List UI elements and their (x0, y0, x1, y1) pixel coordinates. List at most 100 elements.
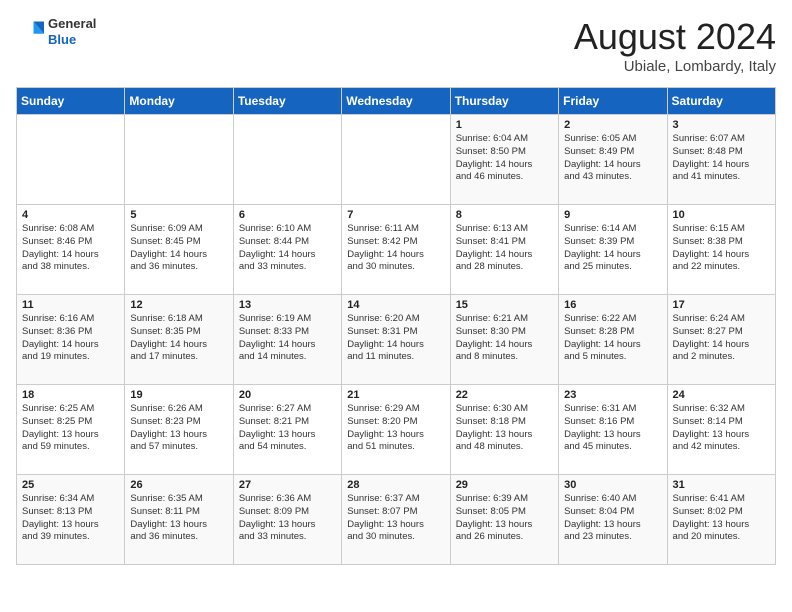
day-number: 27 (239, 479, 336, 491)
calendar-cell: 22Sunrise: 6:30 AM Sunset: 8:18 PM Dayli… (450, 385, 558, 475)
day-info: Sunrise: 6:34 AM Sunset: 8:13 PM Dayligh… (22, 493, 119, 544)
calendar-cell: 3 Sunrise: 6:07 AM Sunset: 8:48 PM Daylig… (667, 115, 775, 205)
day-info: Sunrise: 6:26 AM Sunset: 8:23 PM Dayligh… (130, 403, 227, 454)
calendar-cell: 10 Sunrise: 6:15 AM Sunset: 8:38 PM Dayli… (667, 205, 775, 295)
calendar-cell: 30 Sunrise: 6:40 AM Sunset: 8:04 PM Dayli… (559, 475, 667, 565)
day-info: Sunrise: 6:07 AM Sunset: 8:48 PM Dayligh… (673, 133, 770, 184)
day-number: 24 (673, 389, 770, 401)
day-number: 19 (130, 389, 227, 401)
day-info: Sunrise: 6:41 AM Sunset: 8:02 PM Dayligh… (673, 493, 770, 544)
calendar-cell: 11 Sunrise: 6:16 AM Sunset: 8:36 PM Dayli… (17, 295, 125, 385)
calendar-title: August 2024 (574, 16, 776, 58)
calendar-week-5: 25 Sunrise: 6:34 AM Sunset: 8:13 PM Dayli… (17, 475, 776, 565)
day-info: Sunrise: 6:04 AM Sunset: 8:50 PM Dayligh… (456, 133, 553, 184)
weekday-header-friday: Friday (559, 88, 667, 115)
calendar-week-4: 18Sunrise: 6:25 AM Sunset: 8:25 PM Dayli… (17, 385, 776, 475)
day-number: 1 (456, 119, 553, 131)
calendar-cell: 13 Sunrise: 6:19 AM Sunset: 8:33 PM Dayli… (233, 295, 341, 385)
calendar-cell: 24 Sunrise: 6:32 AM Sunset: 8:14 PM Dayli… (667, 385, 775, 475)
weekday-header-tuesday: Tuesday (233, 88, 341, 115)
calendar-cell: 6Sunrise: 6:10 AM Sunset: 8:44 PM Daylig… (233, 205, 341, 295)
day-number: 10 (673, 209, 770, 221)
day-number: 29 (456, 479, 553, 491)
day-info: Sunrise: 6:13 AM Sunset: 8:41 PM Dayligh… (456, 223, 553, 274)
logo-text: General Blue (48, 16, 96, 47)
calendar-cell: 5 Sunrise: 6:09 AM Sunset: 8:45 PM Daylig… (125, 205, 233, 295)
calendar-cell: 17 Sunrise: 6:24 AM Sunset: 8:27 PM Dayli… (667, 295, 775, 385)
calendar-cell: 4 Sunrise: 6:08 AM Sunset: 8:46 PM Daylig… (17, 205, 125, 295)
calendar-week-2: 4 Sunrise: 6:08 AM Sunset: 8:46 PM Daylig… (17, 205, 776, 295)
day-number: 5 (130, 209, 227, 221)
day-info: Sunrise: 6:22 AM Sunset: 8:28 PM Dayligh… (564, 313, 661, 364)
calendar-week-3: 11 Sunrise: 6:16 AM Sunset: 8:36 PM Dayli… (17, 295, 776, 385)
weekday-header-wednesday: Wednesday (342, 88, 450, 115)
day-info: Sunrise: 6:27 AM Sunset: 8:21 PM Dayligh… (239, 403, 336, 454)
day-number: 2 (564, 119, 661, 131)
calendar-cell: 28Sunrise: 6:37 AM Sunset: 8:07 PM Dayli… (342, 475, 450, 565)
day-info: Sunrise: 6:39 AM Sunset: 8:05 PM Dayligh… (456, 493, 553, 544)
day-info: Sunrise: 6:32 AM Sunset: 8:14 PM Dayligh… (673, 403, 770, 454)
day-info: Sunrise: 6:09 AM Sunset: 8:45 PM Dayligh… (130, 223, 227, 274)
calendar-cell: 7Sunrise: 6:11 AM Sunset: 8:42 PM Daylig… (342, 205, 450, 295)
day-number: 15 (456, 299, 553, 311)
calendar-body: 1 Sunrise: 6:04 AM Sunset: 8:50 PM Daylig… (17, 115, 776, 565)
day-number: 8 (456, 209, 553, 221)
calendar-header: SundayMondayTuesdayWednesdayThursdayFrid… (17, 88, 776, 115)
day-info: Sunrise: 6:20 AM Sunset: 8:31 PM Dayligh… (347, 313, 444, 364)
day-info: Sunrise: 6:18 AM Sunset: 8:35 PM Dayligh… (130, 313, 227, 364)
day-info: Sunrise: 6:08 AM Sunset: 8:46 PM Dayligh… (22, 223, 119, 274)
title-block: August 2024 Ubiale, Lombardy, Italy (574, 16, 776, 75)
day-number: 20 (239, 389, 336, 401)
logo-blue-text: Blue (48, 32, 96, 48)
day-info: Sunrise: 6:15 AM Sunset: 8:38 PM Dayligh… (673, 223, 770, 274)
calendar-cell: 20 Sunrise: 6:27 AM Sunset: 8:21 PM Dayli… (233, 385, 341, 475)
weekday-row: SundayMondayTuesdayWednesdayThursdayFrid… (17, 88, 776, 115)
calendar-cell: 8 Sunrise: 6:13 AM Sunset: 8:41 PM Daylig… (450, 205, 558, 295)
day-number: 26 (130, 479, 227, 491)
calendar-cell: 31Sunrise: 6:41 AM Sunset: 8:02 PM Dayli… (667, 475, 775, 565)
day-info: Sunrise: 6:25 AM Sunset: 8:25 PM Dayligh… (22, 403, 119, 454)
weekday-header-saturday: Saturday (667, 88, 775, 115)
calendar-cell: 18Sunrise: 6:25 AM Sunset: 8:25 PM Dayli… (17, 385, 125, 475)
day-number: 17 (673, 299, 770, 311)
calendar-cell: 2 Sunrise: 6:05 AM Sunset: 8:49 PM Daylig… (559, 115, 667, 205)
calendar-cell: 26 Sunrise: 6:35 AM Sunset: 8:11 PM Dayli… (125, 475, 233, 565)
day-info: Sunrise: 6:05 AM Sunset: 8:49 PM Dayligh… (564, 133, 661, 184)
day-info: Sunrise: 6:29 AM Sunset: 8:20 PM Dayligh… (347, 403, 444, 454)
logo-icon (16, 18, 44, 46)
day-number: 23 (564, 389, 661, 401)
day-number: 9 (564, 209, 661, 221)
day-number: 12 (130, 299, 227, 311)
day-number: 4 (22, 209, 119, 221)
weekday-header-monday: Monday (125, 88, 233, 115)
day-number: 6 (239, 209, 336, 221)
calendar-cell: 15Sunrise: 6:21 AM Sunset: 8:30 PM Dayli… (450, 295, 558, 385)
calendar-cell: 14Sunrise: 6:20 AM Sunset: 8:31 PM Dayli… (342, 295, 450, 385)
day-number: 21 (347, 389, 444, 401)
day-number: 13 (239, 299, 336, 311)
day-info: Sunrise: 6:37 AM Sunset: 8:07 PM Dayligh… (347, 493, 444, 544)
logo-general-text: General (48, 16, 96, 32)
day-info: Sunrise: 6:11 AM Sunset: 8:42 PM Dayligh… (347, 223, 444, 274)
calendar-week-1: 1 Sunrise: 6:04 AM Sunset: 8:50 PM Daylig… (17, 115, 776, 205)
page-header: General Blue August 2024 Ubiale, Lombard… (16, 16, 776, 75)
calendar-cell: 21 Sunrise: 6:29 AM Sunset: 8:20 PM Dayli… (342, 385, 450, 475)
calendar-cell (342, 115, 450, 205)
calendar-cell (125, 115, 233, 205)
day-info: Sunrise: 6:19 AM Sunset: 8:33 PM Dayligh… (239, 313, 336, 364)
day-number: 30 (564, 479, 661, 491)
day-number: 11 (22, 299, 119, 311)
weekday-header-thursday: Thursday (450, 88, 558, 115)
day-info: Sunrise: 6:16 AM Sunset: 8:36 PM Dayligh… (22, 313, 119, 364)
calendar-cell (233, 115, 341, 205)
calendar-cell: 19 Sunrise: 6:26 AM Sunset: 8:23 PM Dayli… (125, 385, 233, 475)
calendar-cell: 29 Sunrise: 6:39 AM Sunset: 8:05 PM Dayli… (450, 475, 558, 565)
calendar-cell: 27Sunrise: 6:36 AM Sunset: 8:09 PM Dayli… (233, 475, 341, 565)
day-info: Sunrise: 6:35 AM Sunset: 8:11 PM Dayligh… (130, 493, 227, 544)
day-number: 3 (673, 119, 770, 131)
day-info: Sunrise: 6:24 AM Sunset: 8:27 PM Dayligh… (673, 313, 770, 364)
calendar-cell (17, 115, 125, 205)
day-info: Sunrise: 6:40 AM Sunset: 8:04 PM Dayligh… (564, 493, 661, 544)
day-number: 25 (22, 479, 119, 491)
day-info: Sunrise: 6:31 AM Sunset: 8:16 PM Dayligh… (564, 403, 661, 454)
